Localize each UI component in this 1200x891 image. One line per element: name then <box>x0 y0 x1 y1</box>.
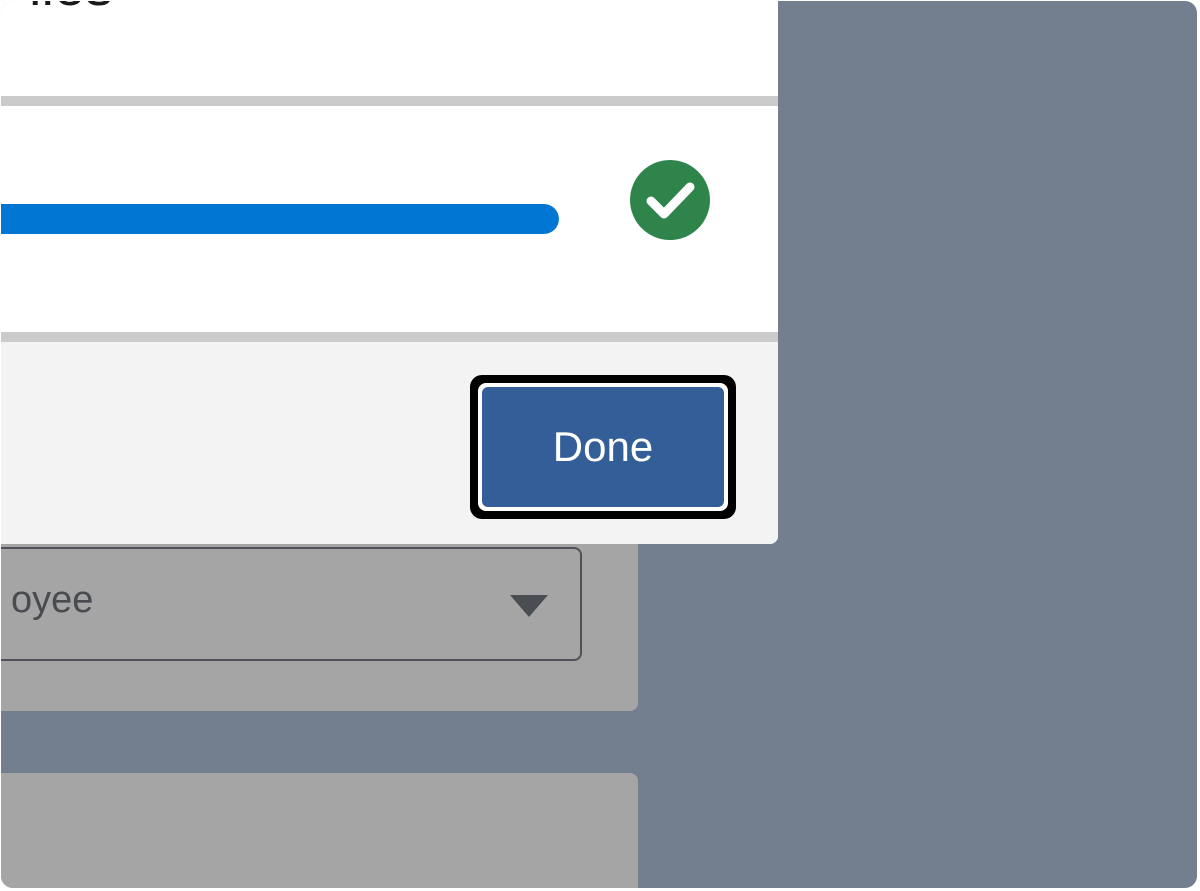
divider <box>1 332 778 342</box>
done-button[interactable]: Done <box>470 375 736 519</box>
modal-header: iles <box>1 1 778 96</box>
divider <box>1 96 778 106</box>
check-circle-icon <box>630 160 710 240</box>
modal-title: iles <box>29 1 113 18</box>
upload-files-modal: iles Done <box>1 1 778 544</box>
chevron-down-icon <box>510 595 548 617</box>
modal-footer: Done <box>1 342 778 544</box>
select-value: oyee <box>11 579 94 621</box>
upload-progress-bar <box>1 204 559 234</box>
background-card-secondary <box>1 773 638 888</box>
screen: oyee iles Done <box>1 1 1197 888</box>
focus-ring: Done <box>478 383 728 511</box>
employee-type-select[interactable]: oyee <box>1 547 582 661</box>
modal-body <box>1 106 778 332</box>
upload-progress-fill <box>1 204 559 234</box>
done-button-label: Done <box>482 387 724 507</box>
